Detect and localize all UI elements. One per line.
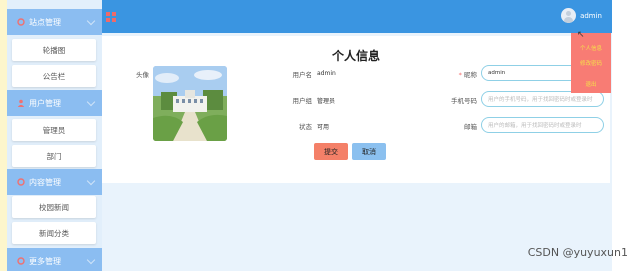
- sidebar-item-news-category[interactable]: 新闻分类: [12, 222, 96, 244]
- gear-icon: [17, 18, 25, 26]
- menu-item-logout[interactable]: 退出: [571, 80, 611, 88]
- avatar-image[interactable]: [153, 66, 227, 141]
- sidebar-item-carousel[interactable]: 轮播图: [12, 39, 96, 61]
- submit-button[interactable]: 提交: [314, 143, 348, 160]
- sidebar-group-users[interactable]: 用户管理: [7, 90, 102, 116]
- status-value: 可用: [317, 124, 330, 131]
- phone-input[interactable]: 用户的手机号码，用于找回密码时或登录时: [481, 91, 604, 107]
- user-dropdown-menu: 个人信息 修改密码 退出: [571, 33, 611, 93]
- gear-icon: [17, 257, 25, 265]
- chevron-down-icon: [86, 97, 96, 107]
- sidebar-item-admin[interactable]: 管理员: [12, 119, 96, 141]
- menu-item-label: 退出: [585, 82, 597, 88]
- status-label: 状态: [299, 123, 312, 131]
- chevron-down-icon: [86, 255, 96, 265]
- avatar[interactable]: [561, 8, 577, 23]
- usergroup-label: 用户组: [292, 97, 313, 105]
- sidebar-item-department[interactable]: 部门: [12, 145, 96, 167]
- sidebar-group-more[interactable]: 更多管理: [7, 248, 102, 271]
- usergroup-value: 管理员: [317, 98, 336, 105]
- user-icon: [17, 99, 25, 107]
- sidebar-group-content[interactable]: 内容管理: [7, 169, 102, 195]
- page-margin: [612, 0, 636, 271]
- mouse-cursor-icon: ↖: [577, 30, 585, 40]
- page-title: 个人信息: [331, 49, 380, 63]
- avatar-label: 头像: [136, 71, 149, 79]
- sidebar-group-site[interactable]: 站点管理: [7, 9, 102, 35]
- sidebar-item-notice[interactable]: 公告栏: [12, 65, 96, 87]
- sidebar-group-label: 站点管理: [29, 17, 61, 27]
- chevron-down-icon: [86, 16, 96, 26]
- nickname-label: * 昵称: [444, 69, 477, 79]
- sidebar: 站点管理 轮播图 公告栏 用户管理 管理员 部门 内容管理 校园新闻 新闻分类 …: [0, 0, 102, 271]
- email-input[interactable]: 用户的邮箱，用于找回密码时或登录时: [481, 117, 604, 133]
- email-label: 邮箱: [464, 123, 477, 131]
- cancel-button[interactable]: 取消: [352, 143, 386, 160]
- menu-item-profile[interactable]: 个人信息: [571, 44, 611, 52]
- username-label: 用户名: [292, 71, 313, 79]
- grid-logo-icon[interactable]: [106, 12, 116, 22]
- sidebar-item-campus-news[interactable]: 校园新闻: [12, 196, 96, 218]
- sidebar-group-label: 更多管理: [29, 256, 61, 266]
- menu-item-change-password[interactable]: 修改密码: [571, 59, 611, 67]
- menu-item-label: 修改密码: [579, 61, 602, 67]
- gear-icon: [17, 178, 25, 186]
- sidebar-edge: [0, 0, 7, 271]
- sidebar-group-label: 内容管理: [29, 177, 61, 187]
- watermark: CSDN @yuyuxun1: [527, 246, 628, 259]
- nickname-label-text: 昵称: [464, 71, 477, 79]
- sidebar-group-label: 用户管理: [29, 98, 61, 108]
- header-username: admin: [580, 11, 602, 20]
- user-menu[interactable]: admin: [561, 8, 602, 23]
- top-header: admin: [102, 0, 612, 33]
- phone-label: 手机号码: [451, 97, 477, 105]
- menu-item-label: 个人信息: [579, 46, 602, 52]
- required-mark: *: [458, 71, 462, 79]
- username-value: admin: [317, 70, 336, 77]
- chevron-down-icon: [86, 176, 96, 186]
